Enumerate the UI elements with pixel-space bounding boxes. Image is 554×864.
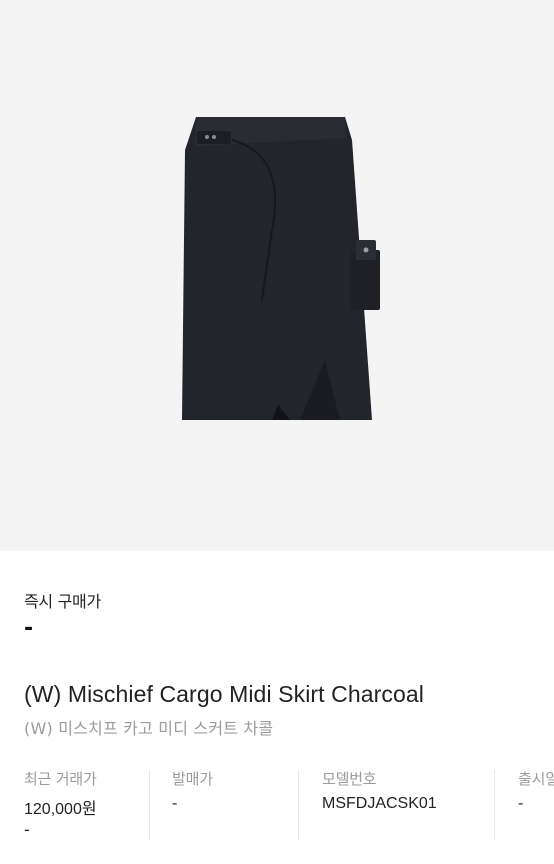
detail-value: - [172,795,178,812]
skirt-illustration [182,117,380,420]
detail-subvalue: - [24,820,30,839]
product-image[interactable] [0,0,554,551]
detail-value: - [518,795,524,812]
instant-price-value: - [24,616,34,641]
product-subtitle: (W) 미스치프 카고 미디 스커트 차콜 [24,719,274,738]
detail-label: 발매가 [172,770,213,788]
instant-price-label: 즉시 구매가 [24,592,101,611]
divider [298,770,299,840]
detail-value: MSFDJACSK01 [322,795,437,812]
detail-label: 모델번호 [322,770,377,788]
detail-label: 출시일 [518,770,554,788]
divider [149,770,150,840]
divider [494,770,495,840]
product-title: (W) Mischief Cargo Midi Skirt Charcoal [24,681,424,707]
detail-label: 최근 거래가 [24,770,97,788]
detail-value: 120,000원 [24,801,97,818]
product-details: 최근 거래가 120,000원 - 발매가 - 모델번호 MSFDJACSK01… [0,766,554,842]
